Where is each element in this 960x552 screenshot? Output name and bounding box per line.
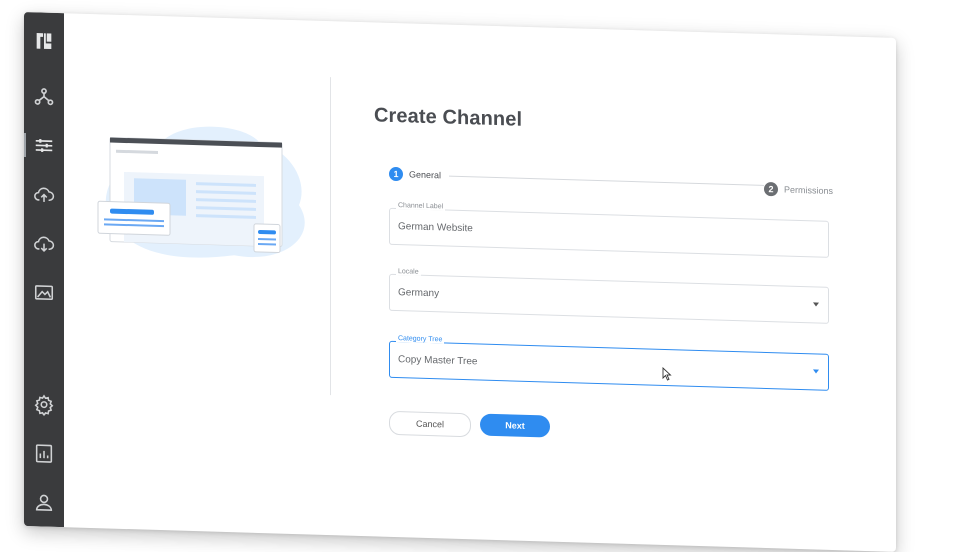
app-window: Create Channel 1 General 2 Permissions C… [24, 12, 896, 552]
mouse-cursor-icon [662, 367, 672, 381]
locale-value: Germany [398, 287, 440, 300]
locale-select[interactable]: Locale Germany [389, 268, 829, 324]
step-1-number: 1 [389, 166, 403, 182]
page-title: Create Channel [374, 104, 523, 131]
cloud-download-icon[interactable] [32, 231, 56, 256]
category-tree-select[interactable]: Category Tree Copy Master Tree [389, 335, 829, 391]
cloud-upload-icon[interactable] [32, 182, 56, 207]
user-icon[interactable] [32, 490, 56, 515]
locale-label: Locale [396, 268, 421, 276]
channel-label-input[interactable]: German Website [398, 221, 473, 234]
step-general[interactable]: 1 General [389, 166, 442, 183]
channel-illustration [97, 126, 305, 258]
category-tree-label: Category Tree [396, 335, 445, 344]
sliders-icon[interactable] [32, 133, 56, 158]
step-1-label: General [409, 169, 442, 181]
image-icon[interactable] [32, 280, 56, 305]
stepper-line [449, 175, 764, 186]
cancel-button[interactable]: Cancel [389, 410, 471, 438]
step-2-label: Permissions [784, 184, 834, 197]
next-button[interactable]: Next [480, 413, 550, 438]
category-tree-value: Copy Master Tree [398, 354, 478, 368]
logo-icon[interactable] [32, 28, 56, 53]
active-indicator [24, 133, 26, 158]
report-icon[interactable] [32, 441, 56, 466]
step-permissions[interactable]: 2 Permissions [764, 181, 834, 198]
panel-divider [330, 77, 331, 396]
sidebar [24, 12, 64, 528]
gear-icon[interactable] [32, 392, 56, 417]
channel-label-field[interactable]: Channel Label German Website [389, 202, 829, 258]
chevron-down-icon[interactable] [813, 369, 819, 374]
chevron-down-icon[interactable] [813, 302, 819, 307]
channel-label-label: Channel Label [396, 202, 446, 211]
step-2-number: 2 [764, 181, 778, 197]
network-icon[interactable] [32, 84, 56, 109]
